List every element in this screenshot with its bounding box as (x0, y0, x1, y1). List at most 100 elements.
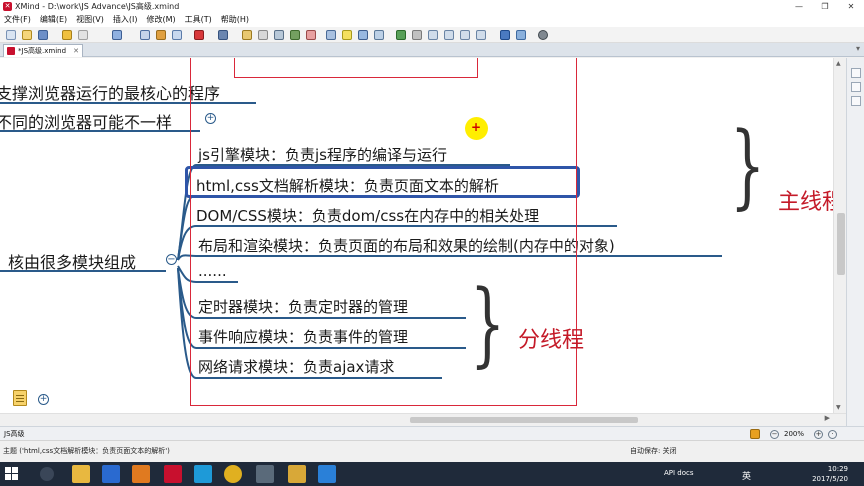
upload-icon[interactable] (516, 30, 526, 40)
zoom-100-icon[interactable] (444, 30, 454, 40)
menu-modify[interactable]: 修改(M) (142, 13, 180, 27)
vertical-scroll-thumb[interactable] (837, 213, 845, 275)
share-icon[interactable] (500, 30, 510, 40)
menu-help[interactable]: 帮助(H) (217, 13, 254, 27)
sublime-icon[interactable] (132, 465, 150, 483)
menu-view[interactable]: 视图(V) (72, 13, 109, 27)
xmind-file-icon (7, 47, 15, 55)
undo-icon[interactable] (62, 30, 72, 40)
windows-start-icon[interactable] (5, 467, 19, 481)
tab-menu-chevron-icon[interactable]: ▾ (856, 44, 860, 53)
tab-js-advanced[interactable]: *JS高级.xmind ✕ (3, 44, 83, 57)
collapse-icon[interactable]: − (166, 254, 177, 265)
cursor-plus-icon: + (471, 120, 482, 134)
node-browser-differs[interactable]: 不同的浏览器可能不一样 (0, 109, 172, 133)
save-icon[interactable] (38, 30, 48, 40)
redo-icon[interactable] (78, 30, 88, 40)
webstorm-icon[interactable] (194, 465, 212, 483)
panel-outline-icon[interactable] (851, 82, 861, 92)
browser-icon[interactable] (318, 465, 336, 483)
folder-icon[interactable] (288, 465, 306, 483)
zoom-in-icon[interactable] (460, 30, 470, 40)
xmind-window: ✕ XMind - D:\work\JS Advance\JS高级.xmind … (0, 0, 864, 486)
cursor-highlight: + (465, 117, 488, 140)
gear-icon[interactable] (538, 30, 548, 40)
window-title: XMind - D:\work\JS Advance\JS高级.xmind (15, 2, 180, 11)
filter-icon[interactable] (750, 429, 760, 439)
brush-icon[interactable] (412, 30, 422, 40)
toolbar (0, 27, 864, 43)
maximize-button[interactable]: ❐ (812, 0, 838, 13)
zoom-out-icon[interactable]: − (770, 430, 779, 439)
window-controls: — ❐ ✕ (786, 0, 864, 13)
scroll-up-icon[interactable]: ▲ (836, 60, 841, 67)
node-browser-core[interactable]: 支撑浏览器运行的最核心的程序 (0, 80, 220, 104)
system-clock[interactable]: 10:29 2017/5/20 (812, 464, 848, 484)
terminal-icon[interactable] (256, 465, 274, 483)
menu-edit[interactable]: 编辑(E) (36, 13, 72, 27)
tab-close-icon[interactable]: ✕ (73, 45, 79, 57)
map-icon[interactable] (218, 30, 228, 40)
marker-icon[interactable] (306, 30, 316, 40)
chrome-icon[interactable] (224, 465, 242, 483)
zoom-out-icon[interactable] (476, 30, 486, 40)
clock-time: 10:29 (827, 465, 848, 473)
menu-insert[interactable]: 插入(I) (109, 13, 143, 27)
horizontal-scrollbar[interactable]: ▶ (0, 413, 846, 425)
xmind-app-icon: ✕ (3, 2, 12, 11)
file-explorer-icon[interactable] (72, 465, 90, 483)
minimize-button[interactable]: — (786, 0, 812, 13)
main-thread-brace-icon: } (730, 112, 766, 219)
scroll-right-icon[interactable]: ▶ (825, 414, 830, 422)
title-bar: ✕ XMind - D:\work\JS Advance\JS高级.xmind … (0, 0, 864, 13)
vertical-scrollbar[interactable]: ▲ ▼ (833, 58, 846, 413)
summary-icon[interactable] (156, 30, 166, 40)
present-icon[interactable] (194, 30, 204, 40)
status-bar: 主题 ('html,css文档解析模块：负责页面文本的解析') 自动保存: 关闭 (0, 440, 864, 462)
zoom-reset-icon[interactable]: · (828, 430, 837, 439)
scroll-down-icon[interactable]: ▼ (836, 404, 841, 411)
new-file-icon[interactable] (6, 30, 16, 40)
node-kernel-modules[interactable]: 核由很多模块组成 (8, 249, 136, 273)
mindmap-canvas[interactable]: 支撑浏览器运行的最核心的程序 不同的浏览器可能不一样 + 核由很多模块组成 − … (0, 58, 846, 413)
tab-label: *JS高级.xmind (18, 47, 67, 55)
image-icon[interactable] (290, 30, 300, 40)
menu-file[interactable]: 文件(F) (0, 13, 36, 27)
tag-icon[interactable] (396, 30, 406, 40)
notes-icon[interactable] (13, 390, 27, 406)
ime-indicator[interactable]: 英 (742, 469, 751, 482)
chart-icon[interactable] (358, 30, 368, 40)
windows-taskbar: 英 API docs 10:29 2017/5/20 (0, 462, 864, 486)
clock-date: 2017/5/20 (812, 475, 848, 483)
sheet-tab-js-advanced[interactable]: JS高级 (4, 427, 25, 441)
panel-properties-icon[interactable] (851, 96, 861, 106)
xmind-taskbar-icon[interactable] (164, 465, 182, 483)
open-file-icon[interactable] (22, 30, 32, 40)
outline-icon[interactable] (326, 30, 336, 40)
boundary-icon[interactable] (172, 30, 182, 40)
pencil-icon[interactable] (242, 30, 252, 40)
annotation-red-box-small (234, 58, 478, 78)
horizontal-scroll-thumb[interactable] (410, 417, 638, 423)
editor-tab-strip: *JS高级.xmind ✕ ▾ (0, 43, 864, 57)
zoom-in-icon[interactable]: + (814, 430, 823, 439)
topic-icon[interactable] (112, 30, 122, 40)
menu-bar: 文件(F) 编辑(E) 视图(V) 插入(I) 修改(M) 工具(T) 帮助(H… (0, 13, 864, 27)
menu-tools[interactable]: 工具(T) (181, 13, 217, 27)
refresh-icon[interactable] (374, 30, 384, 40)
close-button[interactable]: ✕ (838, 0, 864, 13)
idea-icon[interactable] (342, 30, 352, 40)
zoom-fit-icon[interactable] (428, 30, 438, 40)
add-icon[interactable]: + (38, 394, 49, 405)
store-icon[interactable] (102, 465, 120, 483)
attach-icon[interactable] (258, 30, 268, 40)
search-icon[interactable] (40, 467, 54, 481)
tray-api-docs[interactable]: API docs (664, 469, 694, 477)
zoom-level: 200% (783, 430, 804, 438)
link-icon[interactable] (274, 30, 284, 40)
sheet-bar: JS高级 − 200% + · (0, 426, 864, 440)
status-topic: 主题 ('html,css文档解析模块：负责页面文本的解析') (3, 447, 170, 455)
panel-minimize-icon[interactable] (851, 68, 861, 78)
subtopic-icon[interactable] (140, 30, 150, 40)
sub-thread-label: 分线程 (518, 328, 585, 353)
